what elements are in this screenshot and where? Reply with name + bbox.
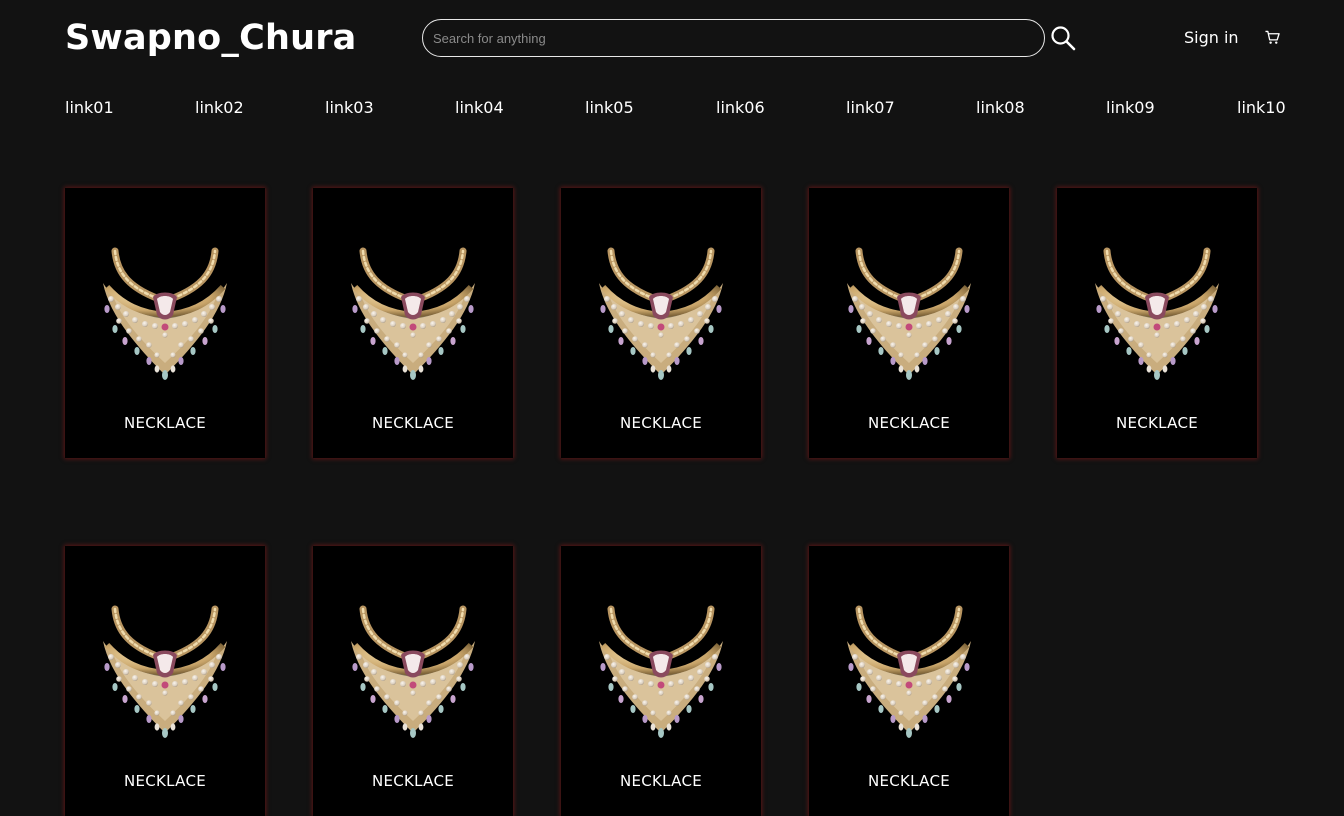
product-label: NECKLACE [619,772,703,790]
product-card[interactable]: NECKLACE [65,188,265,458]
nav-link-08[interactable]: link08 [976,98,1025,118]
nav-link-07[interactable]: link07 [846,98,895,118]
product-card[interactable]: NECKLACE [313,546,513,816]
product-label: NECKLACE [619,414,703,432]
product-card[interactable]: NECKLACE [65,546,265,816]
product-label: NECKLACE [371,772,455,790]
product-card[interactable]: NECKLACE [561,188,761,458]
search-bar [422,19,1045,57]
product-card[interactable]: NECKLACE [561,546,761,816]
necklace-image [341,243,485,383]
necklace-image [589,243,733,383]
nav-link-04[interactable]: link04 [455,98,504,118]
necklace-image [1085,243,1229,383]
nav-link-03[interactable]: link03 [325,98,374,118]
nav-link-09[interactable]: link09 [1106,98,1155,118]
necklace-image [837,601,981,741]
site-logo[interactable]: Swapno_Chura [65,16,356,60]
necklace-image [93,243,237,383]
nav-link-01[interactable]: link01 [65,98,114,118]
product-card[interactable]: NECKLACE [1057,188,1257,458]
necklace-image [341,601,485,741]
necklace-image [93,601,237,741]
site-header: Swapno_Chura Sign in [0,0,1344,80]
cart-icon[interactable] [1265,30,1280,45]
product-label: NECKLACE [123,772,207,790]
necklace-image [589,601,733,741]
search-icon[interactable] [1050,25,1076,51]
product-label: NECKLACE [123,414,207,432]
product-card[interactable]: NECKLACE [809,546,1009,816]
nav-link-06[interactable]: link06 [716,98,765,118]
nav-link-05[interactable]: link05 [585,98,634,118]
nav-link-10[interactable]: link10 [1237,98,1286,118]
product-label: NECKLACE [1115,414,1199,432]
product-card[interactable]: NECKLACE [313,188,513,458]
product-label: NECKLACE [371,414,455,432]
product-card[interactable]: NECKLACE [809,188,1009,458]
product-label: NECKLACE [867,772,951,790]
category-nav: link01 link02 link03 link04 link05 link0… [0,98,1344,120]
sign-in-link[interactable]: Sign in [1184,28,1239,48]
necklace-image [837,243,981,383]
product-label: NECKLACE [867,414,951,432]
nav-link-02[interactable]: link02 [195,98,244,118]
search-input[interactable] [422,19,1045,57]
